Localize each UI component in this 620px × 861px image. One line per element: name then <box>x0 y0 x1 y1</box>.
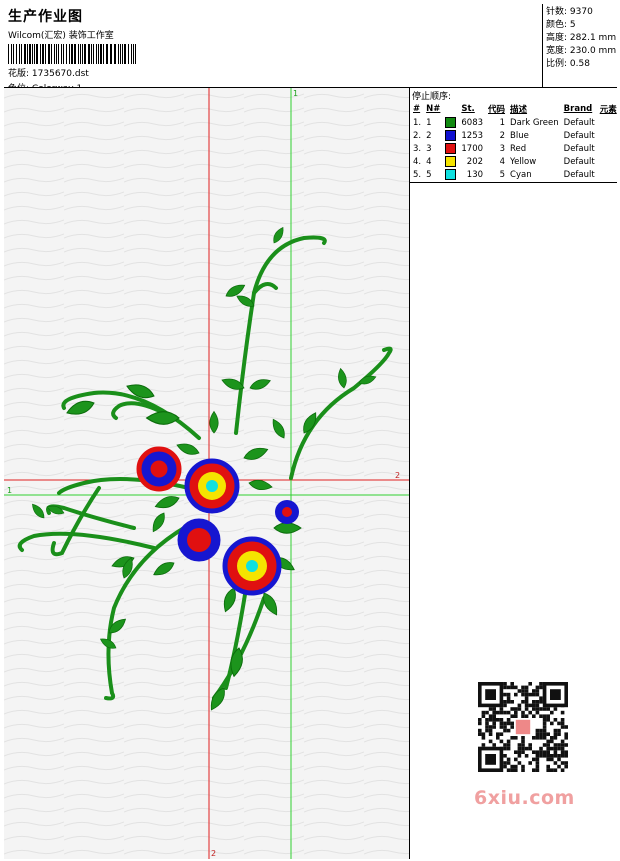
stat-stitches-label: 针数: <box>546 7 568 17</box>
row-element <box>598 129 620 142</box>
row-index: 3. <box>413 143 422 154</box>
watermark: 6xiu.com <box>474 787 575 809</box>
stat-stitches: 针数: 9370 <box>546 6 617 19</box>
row-brand: Default <box>563 117 595 128</box>
stat-scale-label: 比例: <box>546 59 568 69</box>
color-row: 1. 1 6083 1 Dark Green Default <box>411 116 620 129</box>
col-swatch <box>443 103 459 116</box>
stat-scale: 比例: 0.58 <box>546 58 617 71</box>
embroidery-design: 1 1 2 2 <box>4 88 409 859</box>
green-guide-label-top: 1 <box>293 89 298 98</box>
page-title: 生产作业图 <box>8 9 83 25</box>
color-swatch <box>445 117 457 128</box>
row-index: 4. <box>413 156 422 167</box>
red-guide-label-right: 2 <box>395 471 400 480</box>
row-code: 2 <box>499 130 506 141</box>
stat-stitches-value: 9370 <box>569 7 593 17</box>
barcode <box>8 44 140 64</box>
qr-code <box>470 680 585 782</box>
col-n: N# <box>426 104 441 114</box>
row-stitches: 1253 <box>461 130 484 141</box>
stat-colors-label: 颜色: <box>546 20 568 30</box>
row-index: 2. <box>413 130 422 141</box>
row-brand: Default <box>563 130 595 141</box>
color-table: # N# St. 代码 描述 Brand 元素 1. 1 6083 1 Dark Gre… <box>411 103 620 181</box>
row-n: 5 <box>426 169 432 180</box>
row-n: 2 <box>426 130 432 141</box>
row-brand: Default <box>563 143 595 154</box>
design-line: 花版: 1735670.dst <box>8 66 140 79</box>
col-code: 代码 <box>488 105 506 115</box>
color-row: 3. 3 1700 3 Red Default <box>411 142 620 155</box>
row-code: 5 <box>499 169 506 180</box>
row-swatch <box>443 129 459 142</box>
stop-sequence-title: 停止顺序: <box>412 92 452 102</box>
row-element <box>598 155 620 168</box>
row-element <box>598 142 620 155</box>
row-stitches: 130 <box>466 169 484 180</box>
stat-height-value: 282.1 mm <box>569 33 617 43</box>
color-row: 5. 5 130 5 Cyan Default <box>411 168 620 181</box>
row-swatch <box>443 116 459 129</box>
row-element <box>598 168 620 181</box>
row-element <box>598 116 620 129</box>
design-canvas: 1 1 2 2 <box>4 88 409 859</box>
stats-panel: 针数: 9370 颜色: 5 高度: 282.1 mm 宽度: 230.0 mm… <box>542 4 617 88</box>
green-guide-label-left: 1 <box>7 486 12 495</box>
flower-center <box>184 458 240 514</box>
row-stitches: 1700 <box>461 143 484 154</box>
stat-colors-value: 5 <box>569 20 576 30</box>
header: 生产作业图 Wilcom(汇宏) 装饰工作室 花版: 1735670.dst 色… <box>4 4 617 94</box>
row-desc: Red <box>510 143 527 154</box>
row-desc: Yellow <box>510 156 537 167</box>
row-desc: Dark Green <box>510 117 559 128</box>
color-row: 2. 2 1253 2 Blue Default <box>411 129 620 142</box>
flower-left <box>136 446 182 492</box>
stat-width-value: 230.0 mm <box>569 46 617 56</box>
company-name: Wilcom(汇宏) 装饰工作室 <box>8 31 114 41</box>
col-index: # <box>413 104 421 114</box>
row-desc: Blue <box>510 130 529 141</box>
flower-large <box>222 536 282 596</box>
stat-height-label: 高度: <box>546 33 568 43</box>
row-swatch <box>443 168 459 181</box>
row-desc: Cyan <box>510 169 532 180</box>
flower-middle <box>177 518 221 562</box>
color-swatch <box>445 169 457 180</box>
row-stitches: 202 <box>466 156 484 167</box>
row-code: 3 <box>499 143 506 154</box>
row-stitches: 6083 <box>461 117 484 128</box>
color-table-header: # N# St. 代码 描述 Brand 元素 <box>411 103 620 116</box>
row-swatch <box>443 155 459 168</box>
color-row: 4. 4 202 4 Yellow Default <box>411 155 620 168</box>
row-swatch <box>443 142 459 155</box>
row-index: 5. <box>413 169 422 180</box>
stat-width-label: 宽度: <box>546 46 568 56</box>
row-brand: Default <box>563 156 595 167</box>
stat-scale-value: 0.58 <box>569 59 590 69</box>
design-value: 1735670.dst <box>31 69 89 79</box>
col-stitches: St. <box>461 104 475 114</box>
row-brand: Default <box>563 169 595 180</box>
header-left: 生产作业图 Wilcom(汇宏) 装饰工作室 花版: 1735670.dst 色… <box>8 6 140 94</box>
row-code: 4 <box>499 156 506 167</box>
color-swatch <box>445 156 457 167</box>
col-desc: 描述 <box>510 105 528 115</box>
stat-height: 高度: 282.1 mm <box>546 32 617 45</box>
col-brand: Brand <box>563 104 593 114</box>
flower-small-right <box>275 500 299 524</box>
color-swatch <box>445 143 457 154</box>
row-n: 4 <box>426 156 432 167</box>
color-swatch <box>445 130 457 141</box>
row-n: 3 <box>426 143 432 154</box>
design-label: 花版: <box>8 69 30 79</box>
col-element: 元素 <box>599 105 617 115</box>
red-guide-label-bottom: 2 <box>211 849 216 858</box>
stat-colors: 颜色: 5 <box>546 19 617 32</box>
row-code: 1 <box>499 117 506 128</box>
row-n: 1 <box>426 117 432 128</box>
stat-width: 宽度: 230.0 mm <box>546 45 617 58</box>
row-index: 1. <box>413 117 422 128</box>
panel-separator <box>410 182 617 183</box>
